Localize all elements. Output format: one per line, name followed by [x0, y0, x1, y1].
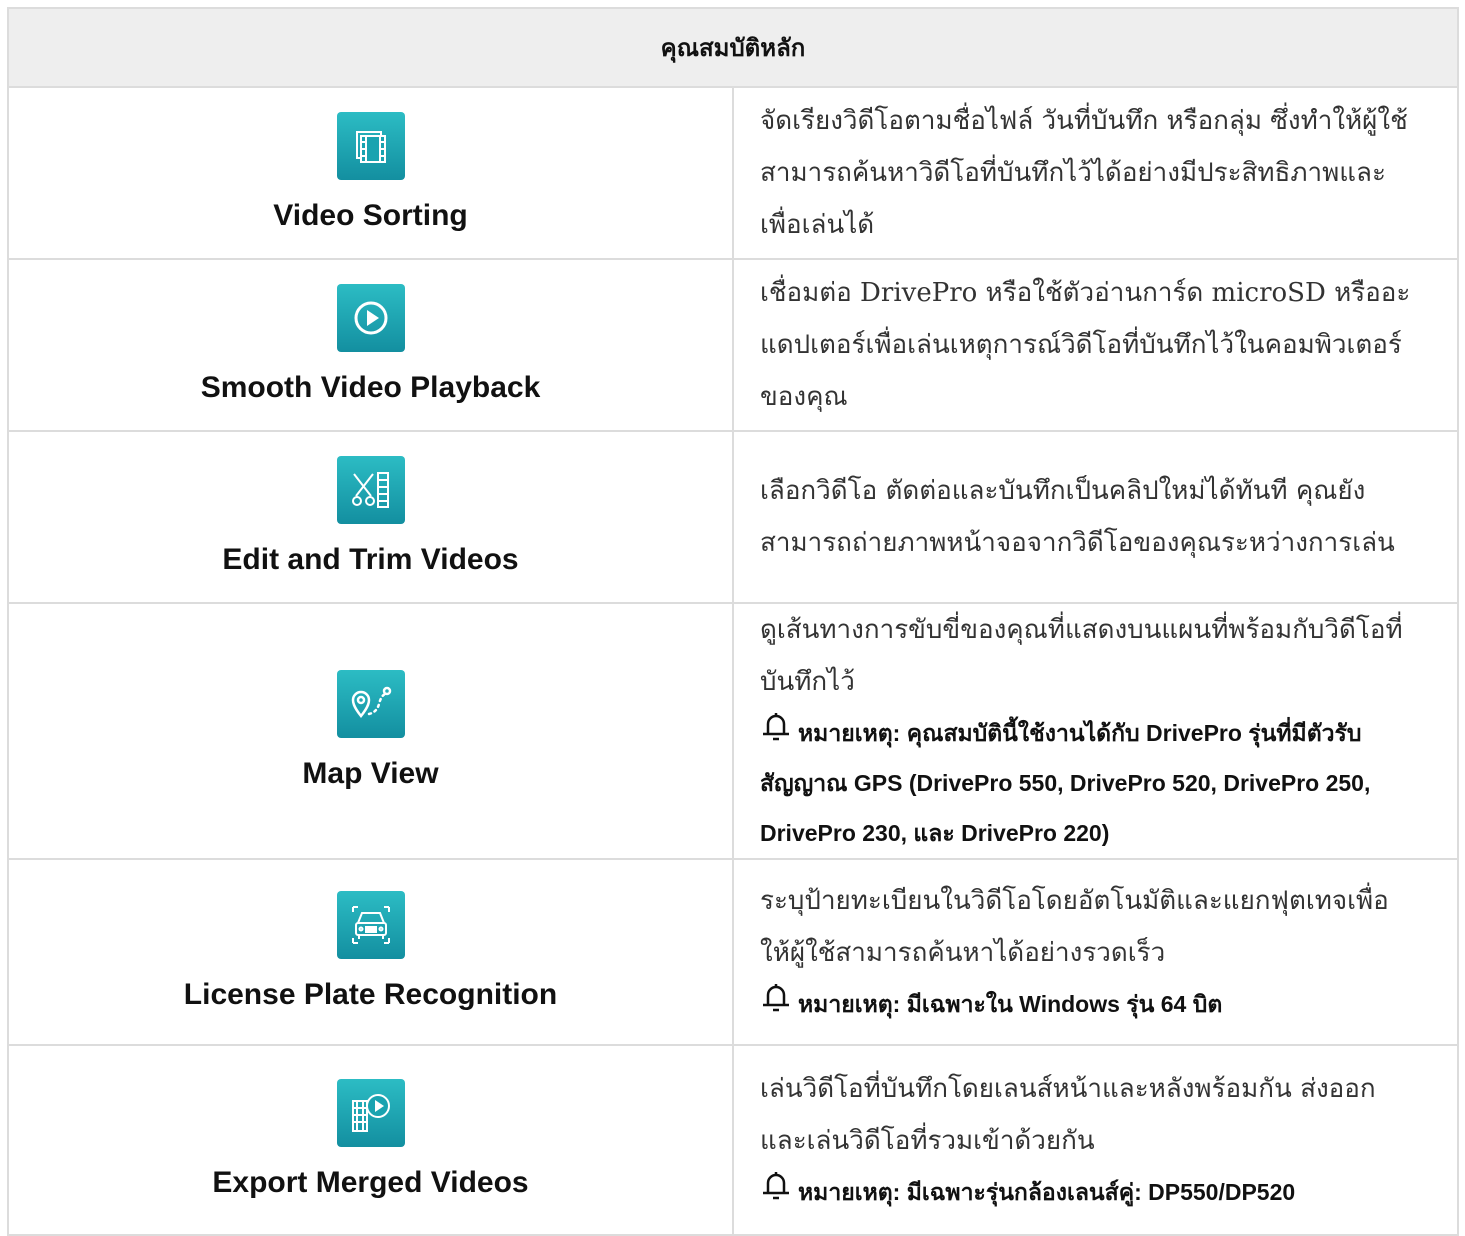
scissors-film-icon — [336, 456, 405, 524]
feature-label: Video Sorting — [273, 199, 468, 232]
feature-label: Smooth Video Playback — [200, 371, 541, 404]
feature-cell: License Plate Recognition — [7, 858, 734, 1046]
note-text: หมายเหตุ: คุณสมบัตินี้ใช้งานได้กับ Drive… — [760, 720, 1371, 846]
feature-cell: Map View — [7, 602, 734, 860]
bell-icon — [763, 984, 789, 1012]
table-row: Edit and Trim Videos เลือกวิดีโอ ตัดต่อแ… — [7, 430, 1459, 604]
feature-note: หมายเหตุ: คุณสมบัตินี้ใช้งานได้กับ Drive… — [760, 708, 1417, 858]
feature-cell: Smooth Video Playback — [7, 258, 734, 432]
features-table: คุณสมบัติหลัก Video Sorting จัดเรียงวิดี… — [7, 7, 1459, 1236]
bell-icon — [763, 1172, 789, 1200]
note-text: หมายเหตุ: มีเฉพาะใน Windows รุ่น 64 บิต — [798, 991, 1223, 1017]
description-cell: ดูเส้นทางการขับขี่ของคุณที่แสดงบนแผนที่พ… — [732, 602, 1459, 860]
feature-cell: Video Sorting — [7, 86, 734, 260]
merged-videos-icon — [336, 1079, 405, 1147]
feature-label: Export Merged Videos — [212, 1166, 529, 1199]
feature-description: เลือกวิดีโอ ตัดต่อและบันทึกเป็นคลิปใหม่ไ… — [760, 476, 1395, 558]
description-cell: เลือกวิดีโอ ตัดต่อและบันทึกเป็นคลิปใหม่ไ… — [732, 430, 1459, 604]
feature-description: ดูเส้นทางการขับขี่ของคุณที่แสดงบนแผนที่พ… — [760, 615, 1403, 697]
feature-cell: Export Merged Videos — [7, 1044, 734, 1236]
video-sorting-icon — [336, 112, 405, 180]
feature-label: Map View — [302, 757, 439, 790]
table-header: คุณสมบัติหลัก — [7, 7, 1459, 88]
description-cell: เชื่อมต่อ DrivePro หรือใช้ตัวอ่านการ์ด m… — [732, 258, 1459, 432]
feature-description: เชื่อมต่อ DrivePro หรือใช้ตัวอ่านการ์ด m… — [760, 278, 1411, 412]
feature-note: หมายเหตุ: มีเฉพาะใน Windows รุ่น 64 บิต — [760, 979, 1417, 1029]
feature-cell: Edit and Trim Videos — [7, 430, 734, 604]
table-row: Video Sorting จัดเรียงวิดีโอตามชื่อไฟล์ … — [7, 86, 1459, 260]
table-row: License Plate Recognition ระบุป้ายทะเบีย… — [7, 858, 1459, 1046]
description-cell: จัดเรียงวิดีโอตามชื่อไฟล์ วันที่บันทึก ห… — [732, 86, 1459, 260]
feature-description: ระบุป้ายทะเบียนในวิดีโอโดยอัตโนมัติและแย… — [760, 886, 1389, 968]
play-icon — [336, 284, 405, 352]
note-text: หมายเหตุ: มีเฉพาะรุ่นกล้องเลนส์คู่: DP55… — [798, 1179, 1296, 1205]
table-row: Export Merged Videos เล่นวิดีโอที่บันทึก… — [7, 1044, 1459, 1236]
feature-description: เล่นวิดีโอที่บันทึกโดยเลนส์หน้าและหลังพร… — [760, 1074, 1376, 1156]
bell-icon — [763, 713, 789, 741]
map-route-icon — [336, 670, 405, 738]
feature-label: Edit and Trim Videos — [222, 543, 519, 576]
car-plate-icon — [336, 891, 405, 959]
feature-label: License Plate Recognition — [183, 978, 558, 1011]
feature-note: หมายเหตุ: มีเฉพาะรุ่นกล้องเลนส์คู่: DP55… — [760, 1167, 1417, 1217]
table-row: Smooth Video Playback เชื่อมต่อ DrivePro… — [7, 258, 1459, 432]
description-cell: ระบุป้ายทะเบียนในวิดีโอโดยอัตโนมัติและแย… — [732, 858, 1459, 1046]
feature-description: จัดเรียงวิดีโอตามชื่อไฟล์ วันที่บันทึก ห… — [760, 106, 1408, 240]
description-cell: เล่นวิดีโอที่บันทึกโดยเลนส์หน้าและหลังพร… — [732, 1044, 1459, 1236]
table-row: Map View ดูเส้นทางการขับขี่ของคุณที่แสดง… — [7, 602, 1459, 860]
